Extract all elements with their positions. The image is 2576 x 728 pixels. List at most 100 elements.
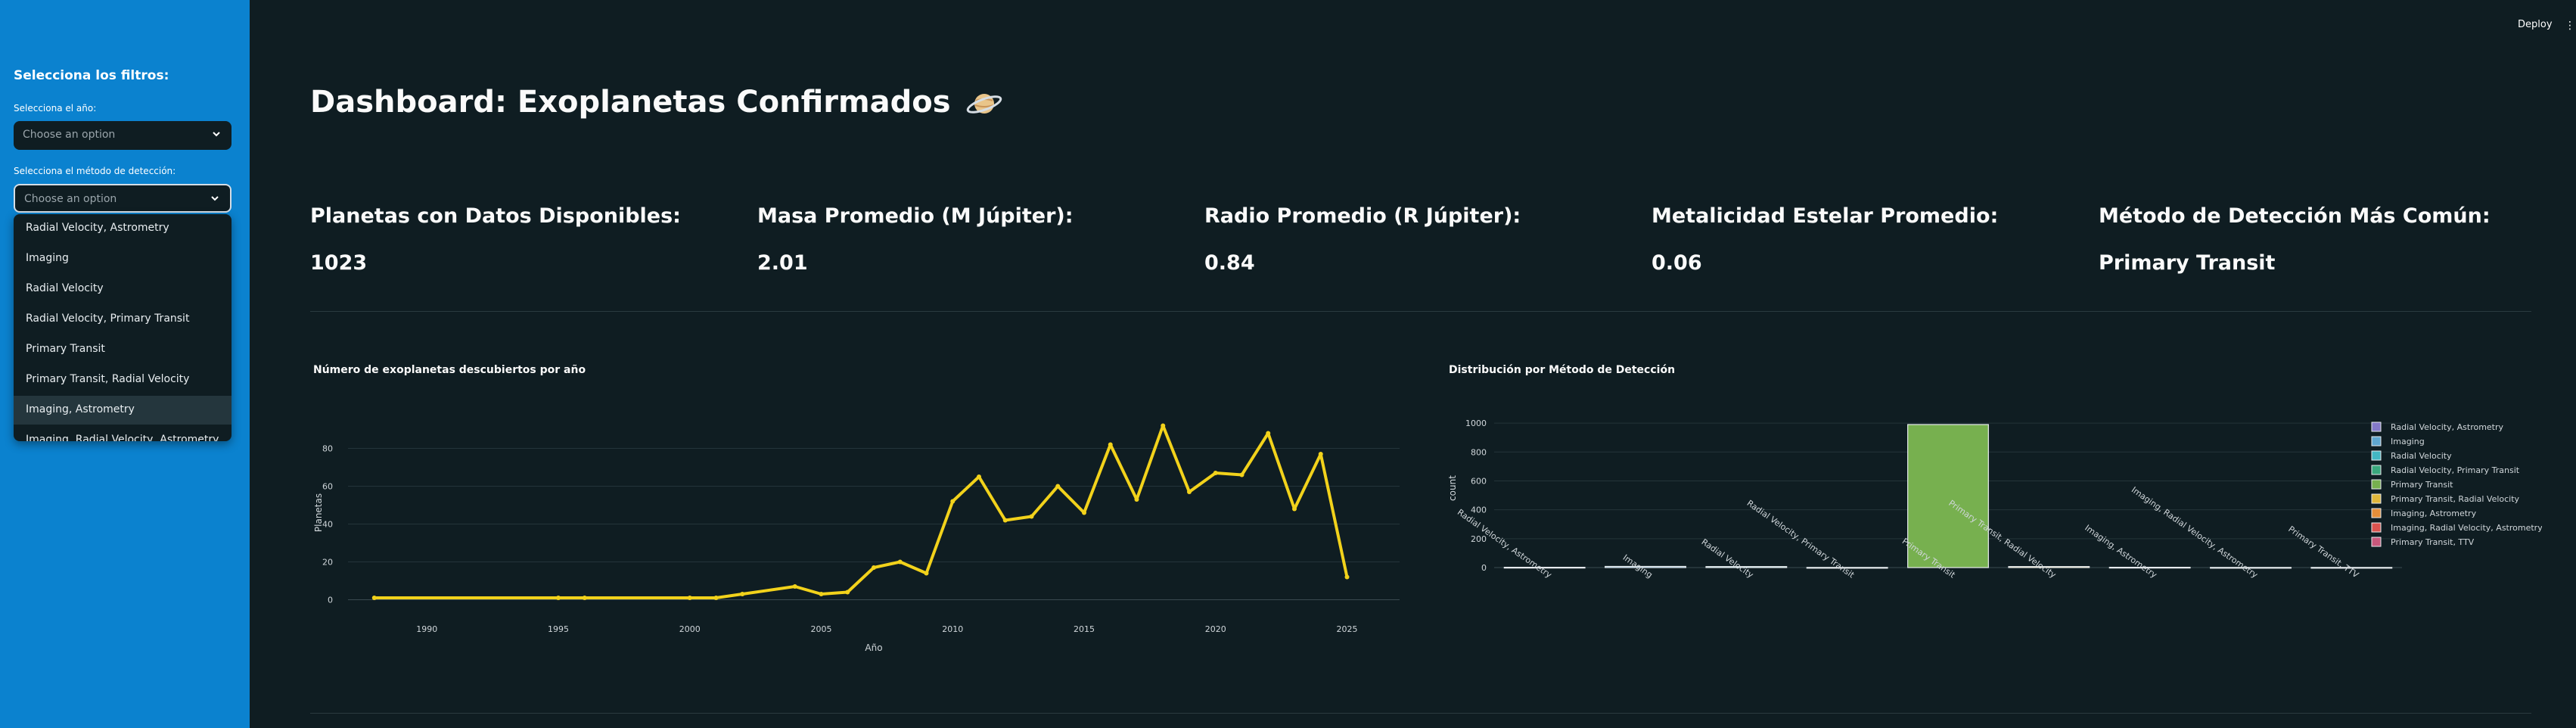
legend-swatch [2371, 522, 2382, 533]
data-point [740, 592, 745, 596]
data-point [924, 571, 929, 576]
x-tick-label: 1995 [548, 624, 569, 634]
data-point [819, 592, 824, 596]
chevron-down-icon [211, 196, 219, 201]
y-tick-label: 600 [1471, 476, 1487, 486]
data-point [897, 559, 903, 565]
y-tick-label: 1000 [1465, 418, 1487, 428]
data-point [1292, 506, 1297, 512]
data-point [1187, 490, 1192, 494]
dropdown-option[interactable]: Imaging [14, 244, 231, 273]
legend-label: Imaging, Astrometry [2391, 509, 2477, 518]
data-point [845, 590, 850, 595]
year-select[interactable]: Choose an option [14, 121, 231, 150]
x-tick-label: 2025 [1337, 624, 1358, 634]
dropdown-option[interactable]: Primary Transit [14, 335, 231, 364]
metric-label-radius: Radio Promedio (R Júpiter): [1204, 204, 1521, 228]
y-tick-label: 80 [322, 444, 333, 454]
legend-swatch [2371, 508, 2382, 518]
dropdown-option[interactable]: Radial Velocity, Primary Transit [14, 305, 231, 334]
y-tick-label: 60 [322, 482, 333, 492]
metric-label-mass: Masa Promedio (M Júpiter): [757, 204, 1074, 228]
metric-value-metallicity: 0.06 [1652, 251, 1702, 275]
data-point [1213, 471, 1218, 475]
data-point [1082, 510, 1086, 515]
metric-label-metallicity: Metalicidad Estelar Promedio: [1652, 204, 1999, 228]
dropdown-option[interactable]: Imaging, Radial Velocity, Astrometry [14, 426, 231, 441]
method-select-placeholder: Choose an option [24, 193, 117, 205]
data-point [556, 596, 561, 600]
x-tick-label: Imaging, Astrometry [2083, 523, 2158, 580]
data-point [713, 596, 719, 600]
y-tick-label: 800 [1471, 447, 1487, 457]
y-tick-label: 0 [328, 596, 333, 605]
page-title-text: Dashboard: Exoplanetas Confirmados [310, 85, 951, 120]
legend-label: Radial Velocity, Primary Transit [2391, 465, 2520, 475]
legend-label: Primary Transit, TTV [2391, 537, 2475, 547]
data-point [1239, 472, 1244, 478]
legend-swatch [2371, 465, 2382, 475]
page-title: Dashboard: Exoplanetas Confirmados [310, 85, 1003, 120]
data-point [1344, 574, 1350, 580]
legend-swatch [2371, 450, 2382, 461]
data-point [1266, 431, 1271, 436]
y-tick-label: 200 [1471, 534, 1487, 544]
data-point [872, 565, 876, 570]
method-label: Selecciona el método de detección: [14, 166, 176, 176]
metric-label-planets: Planetas con Datos Disponibles: [310, 204, 681, 228]
dropdown-option[interactable]: Radial Velocity [14, 275, 231, 303]
y-tick-label: 20 [322, 558, 333, 568]
bottom-divider [310, 713, 2531, 714]
data-point [792, 584, 797, 589]
bar-chart[interactable]: 0 200 400 600 800 1000 count Radial Velocity, A… [1437, 394, 2542, 658]
legend-label: Radial Velocity [2391, 451, 2452, 461]
metric-label-method: Método de Detección Más Común: [2099, 204, 2491, 228]
method-select[interactable]: Choose an option [14, 184, 231, 213]
x-tick-label: 2005 [811, 624, 832, 634]
dropdown-option-highlighted[interactable]: Imaging, Astrometry [14, 396, 231, 425]
x-tick-label: 2000 [679, 624, 701, 634]
legend-swatch [2371, 436, 2382, 446]
series-line [374, 424, 1349, 599]
y-axis-label: Planetas [313, 493, 324, 532]
metric-value-method: Primary Transit [2099, 251, 2276, 275]
metric-value-mass: 2.01 [757, 251, 808, 275]
data-point [687, 596, 692, 600]
data-point [1029, 514, 1034, 519]
data-point [1134, 497, 1139, 502]
dropdown-option[interactable]: Radial Velocity, Astrometry [14, 214, 231, 243]
x-tick-label: 1990 [416, 624, 437, 634]
data-point [950, 499, 956, 504]
line-chart[interactable]: 0 20 40 60 80 1990 1995 2000 2005 2010 2015 2020 202… [303, 394, 1415, 658]
legend-swatch [2371, 493, 2382, 504]
legend-label: Radial Velocity, Astrometry [2391, 422, 2504, 432]
data-point [1002, 518, 1008, 523]
data-point [582, 596, 587, 600]
y-tick-label: 400 [1471, 506, 1487, 515]
data-point [1161, 423, 1166, 428]
sidebar-heading: Selecciona los filtros: [14, 68, 169, 83]
x-tick-label: 2020 [1205, 624, 1226, 634]
legend-label: Primary Transit, Radial Velocity [2391, 494, 2520, 504]
x-tick-label: 2015 [1074, 624, 1095, 634]
line-chart-title: Número de exoplanetas descubiertos por a… [313, 364, 586, 376]
ringed-planet-icon [967, 94, 1002, 114]
legend-label: Imaging, Radial Velocity, Astrometry [2391, 523, 2542, 533]
x-tick-label: Radial Velocity [1700, 537, 1756, 580]
year-select-placeholder: Choose an option [23, 129, 116, 141]
bar-chart-title: Distribución por Método de Detección [1449, 364, 1676, 376]
sidebar: Selecciona los filtros: Selecciona el añ… [0, 0, 250, 728]
x-axis-label: Año [865, 642, 882, 653]
legend-label: Primary Transit [2391, 480, 2453, 490]
y-axis-label: count [1447, 475, 1458, 501]
dropdown-option[interactable]: Primary Transit, Radial Velocity [14, 366, 231, 394]
metric-value-planets: 1023 [310, 251, 368, 275]
main-menu-icon[interactable]: ⋮ [2565, 20, 2575, 32]
x-tick-label: 2010 [942, 624, 963, 634]
data-point [371, 596, 377, 600]
year-label: Selecciona el año: [14, 103, 97, 114]
deploy-button[interactable]: Deploy [2518, 19, 2553, 30]
divider [310, 311, 2531, 312]
data-point [1055, 484, 1061, 489]
legend-swatch [2371, 422, 2382, 432]
